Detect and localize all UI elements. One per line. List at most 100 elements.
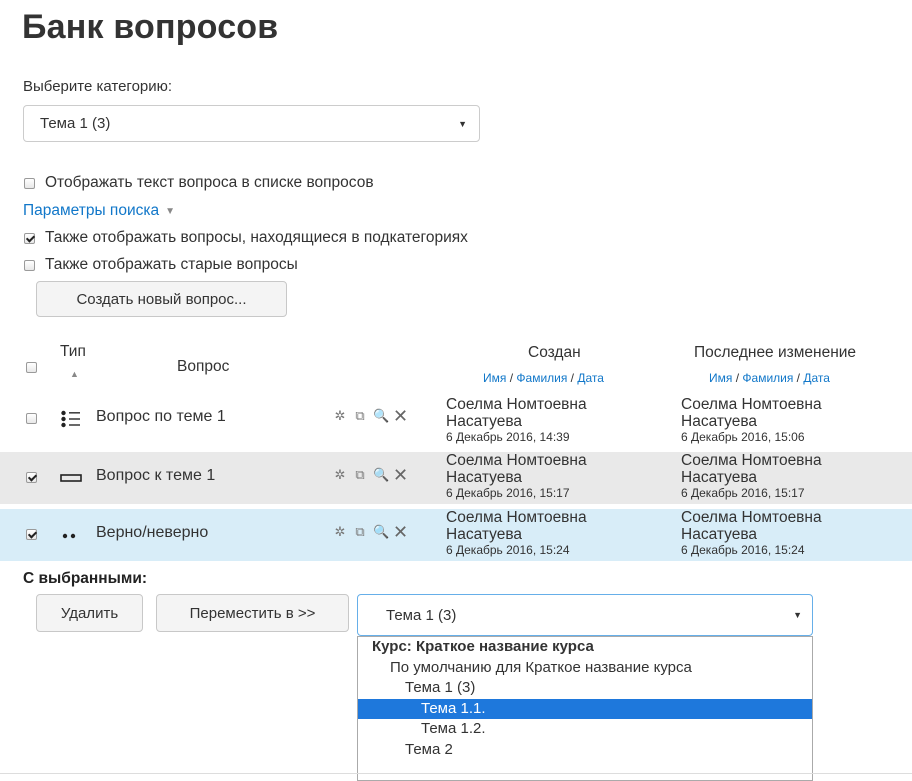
move-to-button[interactable]: Переместить в >> bbox=[156, 594, 349, 632]
created-surname: Насатуева bbox=[446, 413, 522, 430]
old-questions-label: Также отображать старые вопросы bbox=[45, 256, 298, 273]
modified-date: 6 Декабрь 2016, 15:06 bbox=[681, 430, 805, 444]
dropdown-option[interactable]: Тема 2 bbox=[358, 740, 812, 761]
modified-by: Соелма Номтоевна Насатуева 6 Декабрь 201… bbox=[681, 396, 822, 444]
separator: / bbox=[506, 371, 517, 385]
page-title: Банк вопросов bbox=[22, 8, 279, 46]
modified-sort-surname[interactable]: Фамилия bbox=[742, 371, 793, 385]
col-modified-header: Последнее изменение bbox=[694, 344, 857, 361]
table-row: Вопрос к теме 1 ✲ ⧉ 🔍 ✕ Соелма Номтоевна… bbox=[0, 452, 912, 504]
gear-icon[interactable]: ✲ bbox=[333, 409, 347, 423]
question-name: Вопрос к теме 1 bbox=[96, 467, 216, 484]
search-icon[interactable]: 🔍 bbox=[373, 409, 389, 423]
gear-icon[interactable]: ✲ bbox=[333, 525, 347, 539]
modified-by: Соелма Номтоевна Насатуева 6 Декабрь 201… bbox=[681, 509, 822, 557]
created-date: 6 Декабрь 2016, 15:17 bbox=[446, 486, 570, 500]
chevron-down-icon: ▼ bbox=[793, 610, 802, 620]
move-target-select[interactable]: Тема 1 (3) ▼ bbox=[357, 594, 813, 636]
duplicate-icon[interactable]: ⧉ bbox=[353, 409, 367, 423]
question-name: Вопрос по теме 1 bbox=[96, 408, 226, 425]
modified-name: Соелма Номтоевна bbox=[681, 452, 822, 469]
dropdown-option-selected[interactable]: Тема 1.1. bbox=[358, 698, 812, 719]
caret-down-icon: ▼ bbox=[165, 205, 176, 217]
modified-date: 6 Декабрь 2016, 15:17 bbox=[681, 486, 805, 500]
created-date: 6 Декабрь 2016, 15:24 bbox=[446, 543, 570, 557]
table-row: Вопрос по теме 1 ✲ ⧉ 🔍 ✕ Соелма Номтоевн… bbox=[0, 393, 912, 445]
modified-name: Соелма Номтоевна bbox=[681, 396, 822, 413]
row-actions: ✲ ⧉ 🔍 ✕ bbox=[333, 523, 409, 541]
modified-surname: Насатуева bbox=[681, 526, 757, 543]
dropdown-option[interactable]: Тема 1.2. bbox=[358, 719, 812, 740]
old-questions-option[interactable]: Также отображать старые вопросы bbox=[24, 256, 298, 274]
delete-button[interactable]: Удалить bbox=[36, 594, 143, 632]
created-sort-links: Имя / Фамилия / Дата bbox=[483, 371, 604, 385]
select-all-checkbox[interactable] bbox=[26, 362, 37, 374]
subcats-option[interactable]: Также отображать вопросы, находящиеся в … bbox=[24, 229, 468, 247]
duplicate-icon[interactable]: ⧉ bbox=[353, 525, 367, 539]
col-type-header[interactable]: Тип bbox=[60, 343, 86, 361]
modified-surname: Насатуева bbox=[681, 469, 757, 486]
col-question-header[interactable]: Вопрос bbox=[177, 358, 229, 376]
create-question-button[interactable]: Создать новый вопрос... bbox=[36, 281, 287, 317]
move-target-value: Тема 1 (3) bbox=[386, 606, 457, 624]
separator: / bbox=[793, 371, 804, 385]
subcats-label: Также отображать вопросы, находящиеся в … bbox=[45, 229, 468, 246]
with-selected-label: С выбранными: bbox=[23, 570, 148, 587]
show-text-checkbox[interactable] bbox=[24, 177, 35, 189]
separator: / bbox=[732, 371, 743, 385]
row-actions: ✲ ⧉ 🔍 ✕ bbox=[333, 407, 409, 425]
dropdown-group-course: Курс: Краткое название курса bbox=[372, 638, 594, 655]
footer-divider bbox=[0, 773, 912, 774]
question-name: Верно/неверно bbox=[96, 524, 209, 541]
created-sort-surname[interactable]: Фамилия bbox=[516, 371, 567, 385]
created-name: Соелма Номтоевна bbox=[446, 396, 587, 413]
created-by: Соелма Номтоевна Насатуева 6 Декабрь 201… bbox=[446, 509, 587, 557]
category-select[interactable]: Тема 1 (3) ▼ bbox=[23, 105, 480, 142]
modified-name: Соелма Номтоевна bbox=[681, 509, 822, 526]
row-actions: ✲ ⧉ 🔍 ✕ bbox=[333, 466, 409, 484]
created-surname: Насатуева bbox=[446, 469, 522, 486]
created-surname: Насатуева bbox=[446, 526, 522, 543]
search-icon[interactable]: 🔍 bbox=[373, 468, 389, 482]
sort-asc-icon: ▲ bbox=[70, 369, 79, 379]
search-params-toggle[interactable]: Параметры поиска ▼ bbox=[23, 202, 175, 220]
delete-icon[interactable]: ✕ bbox=[393, 523, 408, 541]
dropdown-option[interactable]: Тема 1 (3) bbox=[358, 678, 812, 699]
search-icon[interactable]: 🔍 bbox=[373, 525, 389, 539]
created-sort-name[interactable]: Имя bbox=[483, 371, 506, 385]
row-checkbox[interactable] bbox=[26, 472, 37, 483]
table-row: Верно/неверно ✲ ⧉ 🔍 ✕ Соелма Номтоевна Н… bbox=[0, 509, 912, 561]
created-date: 6 Декабрь 2016, 14:39 bbox=[446, 430, 570, 444]
row-checkbox[interactable] bbox=[26, 529, 37, 540]
multichoice-icon bbox=[61, 410, 80, 428]
show-text-option[interactable]: Отображать текст вопроса в списке вопрос… bbox=[24, 174, 374, 192]
separator: / bbox=[567, 371, 578, 385]
col-created-header: Создан bbox=[528, 344, 581, 361]
duplicate-icon[interactable]: ⧉ bbox=[353, 468, 367, 482]
created-by: Соелма Номтоевна Насатуева 6 Декабрь 201… bbox=[446, 396, 587, 444]
delete-icon[interactable]: ✕ bbox=[393, 407, 408, 425]
category-label: Выберите категорию: bbox=[23, 78, 173, 95]
modified-sort-links: Имя / Фамилия / Дата bbox=[709, 371, 830, 385]
old-questions-checkbox[interactable] bbox=[24, 259, 35, 271]
subcats-checkbox[interactable] bbox=[24, 232, 35, 244]
shortanswer-icon bbox=[60, 474, 82, 482]
modified-surname: Насатуева bbox=[681, 413, 757, 430]
dropdown-option[interactable]: По умолчанию для Краткое название курса bbox=[358, 658, 812, 679]
show-text-label: Отображать текст вопроса в списке вопрос… bbox=[45, 174, 374, 191]
chevron-down-icon: ▼ bbox=[458, 118, 467, 129]
created-by: Соелма Номтоевна Насатуева 6 Декабрь 201… bbox=[446, 452, 587, 500]
search-params-link[interactable]: Параметры поиска bbox=[23, 202, 159, 220]
created-sort-date[interactable]: Дата bbox=[577, 371, 604, 385]
created-name: Соелма Номтоевна bbox=[446, 452, 587, 469]
gear-icon[interactable]: ✲ bbox=[333, 468, 347, 482]
category-select-value: Тема 1 (3) bbox=[40, 115, 111, 132]
truefalse-icon bbox=[62, 533, 76, 539]
modified-sort-date[interactable]: Дата bbox=[803, 371, 830, 385]
modified-sort-name[interactable]: Имя bbox=[709, 371, 732, 385]
modified-date: 6 Декабрь 2016, 15:24 bbox=[681, 543, 805, 557]
delete-icon[interactable]: ✕ bbox=[393, 466, 408, 484]
created-name: Соелма Номтоевна bbox=[446, 509, 587, 526]
modified-by: Соелма Номтоевна Насатуева 6 Декабрь 201… bbox=[681, 452, 822, 500]
row-checkbox[interactable] bbox=[26, 413, 37, 424]
